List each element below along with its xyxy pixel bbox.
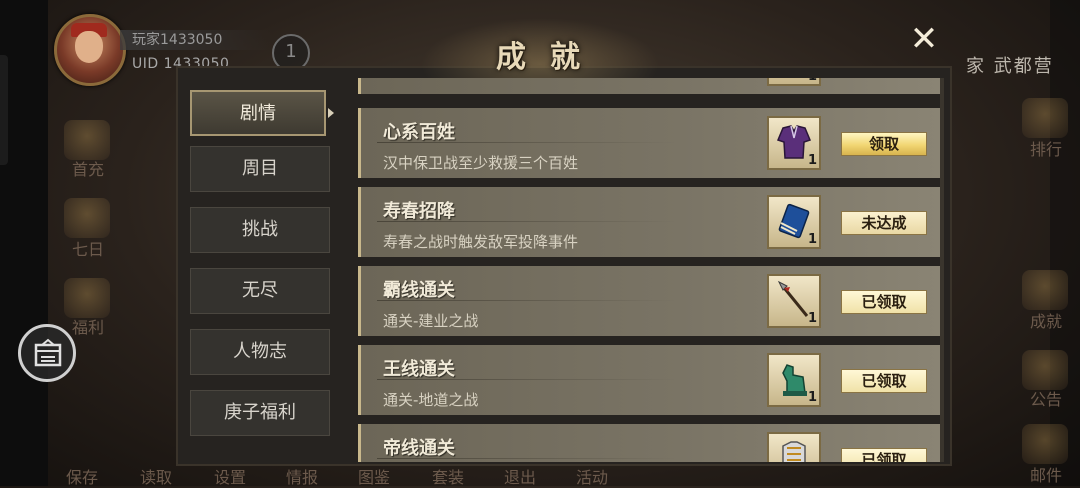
menu-save[interactable]: 保存 xyxy=(66,464,98,488)
achievement-row: 寿春招降 寿春之战时触发敌军投降事件 1 未达成 xyxy=(358,187,942,257)
reward-item[interactable]: 1 xyxy=(767,116,821,170)
achievement-desc: 通关-建业之战 xyxy=(383,312,479,330)
tab-story[interactable]: 剧情 xyxy=(190,90,334,136)
row-divider xyxy=(377,379,677,380)
menu-settings[interactable]: 设置 xyxy=(214,464,246,488)
notice-icon[interactable] xyxy=(1022,350,1068,390)
tab-challenge[interactable]: 挑战 xyxy=(190,207,330,253)
avatar-face xyxy=(75,31,103,63)
reward-count: 1 xyxy=(807,232,817,247)
reward-item[interactable]: 1 xyxy=(767,195,821,249)
screen-notch xyxy=(0,55,8,165)
menu-events[interactable]: 活动 xyxy=(576,464,608,488)
achievement-icon[interactable] xyxy=(1022,270,1068,310)
menu-exit[interactable]: 退出 xyxy=(504,464,536,488)
welfare-icon[interactable] xyxy=(64,278,110,318)
reward-item[interactable]: 1 xyxy=(767,274,821,328)
mail-icon[interactable] xyxy=(1022,424,1068,464)
achievement-desc: 汉中保卫战至少救援三个百姓 xyxy=(383,154,579,172)
menu-achievement[interactable]: 成就 xyxy=(1016,308,1076,332)
reward-item[interactable]: 1 xyxy=(767,353,821,407)
reward-count: 1 xyxy=(807,311,817,326)
achievement-row: 霸线通关 通关-建业之战 1 已领取 xyxy=(358,266,942,336)
menu-intel[interactable]: 情报 xyxy=(286,464,318,488)
achievement-list[interactable]: 1 心系百姓 汉中保卫战至少救援三个百姓 1 领取 寿春招降 寿春之战时触发敌军… xyxy=(346,78,946,462)
right-screen-edge xyxy=(1050,0,1080,486)
ranking-icon[interactable] xyxy=(1022,98,1068,138)
tab-cycle[interactable]: 周目 xyxy=(190,146,330,192)
armor-icon xyxy=(782,441,806,462)
status-not-achieved: 未达成 xyxy=(841,211,927,235)
reward-count: 1 xyxy=(808,78,817,84)
row-divider xyxy=(377,142,677,143)
reward-count: 1 xyxy=(807,153,817,168)
row-divider xyxy=(377,300,677,301)
achievement-desc: 通关-地道之战 xyxy=(383,391,479,409)
player-avatar[interactable] xyxy=(54,14,126,86)
uid-label: UID xyxy=(132,56,159,72)
active-tab-arrow-icon xyxy=(328,108,334,118)
row-divider xyxy=(377,458,677,459)
tab-endless[interactable]: 无尽 xyxy=(190,268,330,314)
reward-item[interactable]: 1 xyxy=(767,78,821,86)
row-divider xyxy=(377,221,677,222)
menu-notice[interactable]: 公告 xyxy=(1016,386,1076,410)
menu-codex[interactable]: 图鉴 xyxy=(358,464,390,488)
store-icon xyxy=(34,338,62,367)
achievement-row-partial: 1 xyxy=(358,78,942,94)
menu-first-recharge[interactable]: 首充 xyxy=(58,156,118,180)
left-screen-edge xyxy=(0,0,48,486)
menu-sets[interactable]: 套装 xyxy=(432,464,464,488)
first-recharge-icon[interactable] xyxy=(64,120,110,160)
reward-item[interactable]: 1 xyxy=(767,432,821,462)
close-button[interactable]: ✕ xyxy=(906,22,942,58)
achievement-list-content: 1 心系百姓 汉中保卫战至少救援三个百姓 1 领取 寿春招降 寿春之战时触发敌军… xyxy=(346,78,946,462)
dialog-title: 成就 xyxy=(496,40,604,75)
achievement-title: 王线通关 xyxy=(383,359,455,380)
seven-day-icon[interactable] xyxy=(64,198,110,238)
claimed-label: 已领取 xyxy=(841,448,927,462)
right-location-title: 家 武都营 xyxy=(966,56,1054,77)
achievement-row: 帝线通关 1 已领取 xyxy=(358,424,942,462)
menu-load[interactable]: 读取 xyxy=(140,464,172,488)
achievement-title: 帝线通关 xyxy=(383,438,455,459)
claimed-label: 已领取 xyxy=(841,290,927,314)
tab-biography[interactable]: 人物志 xyxy=(190,329,330,375)
tab-gengzi-welfare[interactable]: 庚子福利 xyxy=(190,390,330,436)
achievement-title: 霸线通关 xyxy=(383,280,455,301)
claim-button[interactable]: 领取 xyxy=(841,132,927,156)
menu-ranking[interactable]: 排行 xyxy=(1016,136,1076,160)
menu-mail[interactable]: 邮件 xyxy=(1016,462,1076,486)
tab-label: 剧情 xyxy=(240,103,276,124)
achievement-title: 寿春招降 xyxy=(383,201,455,222)
reward-count: 1 xyxy=(807,390,817,405)
list-scrollbar[interactable] xyxy=(940,78,944,462)
achievement-row: 王线通关 通关-地道之战 1 已领取 xyxy=(358,345,942,415)
achievement-desc: 寿春之战时触发敌军投降事件 xyxy=(383,233,579,251)
player-name: 玩家1433050 xyxy=(120,30,272,50)
menu-seven-day[interactable]: 七日 xyxy=(58,236,118,260)
achievement-title: 心系百姓 xyxy=(383,122,455,143)
claimed-label: 已领取 xyxy=(841,369,927,393)
achievement-row: 心系百姓 汉中保卫战至少救援三个百姓 1 领取 xyxy=(358,108,942,178)
store-button[interactable] xyxy=(18,324,76,382)
